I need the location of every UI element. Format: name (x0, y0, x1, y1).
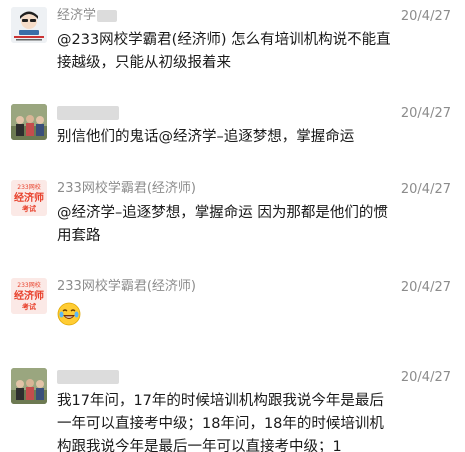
logo-sub-text: 考试 (22, 302, 36, 311)
comment-date: 20/4/27 (400, 370, 451, 385)
logo-main-text: 经济师 (14, 289, 44, 302)
user-avatar[interactable]: 233网校 经济师 考试 (11, 278, 47, 314)
logo-top-text: 233网校 (17, 183, 40, 191)
comment-date: 20/4/27 (400, 280, 451, 295)
laugh-cry-icon (57, 302, 81, 326)
photo-avatar-icon (11, 368, 47, 404)
user-avatar[interactable]: 233网校 经济师 考试 (11, 180, 47, 216)
redacted-name-blur (57, 105, 119, 120)
comment-text: 我17年问，17年的时候培训机构跟我说今年是最后一年可以直接考中级；18年问，1… (57, 393, 384, 452)
brand-logo-icon: 233网校 经济师 考试 (11, 278, 47, 314)
user-avatar[interactable] (11, 104, 47, 140)
logo-main-text: 经济师 (14, 191, 44, 204)
laugh-cry-emoji-icon (57, 302, 81, 326)
comment-text: @233网校学霸君(经济师) 怎么有培训机构说不能直接越级，只能从初级报着来 (57, 32, 391, 71)
photo-avatar-icon (11, 104, 47, 140)
comment-author[interactable] (57, 104, 119, 121)
logo-top-text: 233网校 (17, 281, 40, 289)
comment-text: @经济学–追逐梦想，掌握命运 因为那都是他们的惯用套路 (57, 205, 388, 244)
comment-date: 20/4/27 (400, 182, 451, 197)
redacted-name-blur (97, 9, 118, 22)
redacted-name-blur (57, 369, 119, 384)
comment-author[interactable]: 233网校学霸君(经济师) (57, 180, 196, 197)
user-avatar[interactable] (11, 7, 47, 43)
comment-author[interactable] (57, 368, 119, 385)
brand-logo-icon: 233网校 经济师 考试 (11, 180, 47, 216)
comment-feed: 经济学 20/4/27 @233网校学霸君(经济师) 怎么有培训机构说不能直接越… (0, 0, 465, 452)
comment-date: 20/4/27 (400, 106, 451, 121)
comment-author[interactable]: 233网校学霸君(经济师) (57, 278, 196, 295)
comment-text: 别信他们的鬼话@经济学–追逐梦想，掌握命运 (57, 129, 355, 145)
comment-date: 20/4/27 (400, 9, 451, 24)
user-avatar[interactable] (11, 368, 47, 404)
author-name[interactable]: 经济学 (57, 8, 96, 23)
cartoon-avatar-icon (11, 7, 47, 43)
author-name[interactable]: 233网校学霸君(经济师) (57, 279, 196, 294)
author-name[interactable]: 233网校学霸君(经济师) (57, 181, 196, 196)
logo-sub-text: 考试 (22, 204, 36, 213)
comment-author[interactable]: 经济学 (57, 7, 118, 24)
